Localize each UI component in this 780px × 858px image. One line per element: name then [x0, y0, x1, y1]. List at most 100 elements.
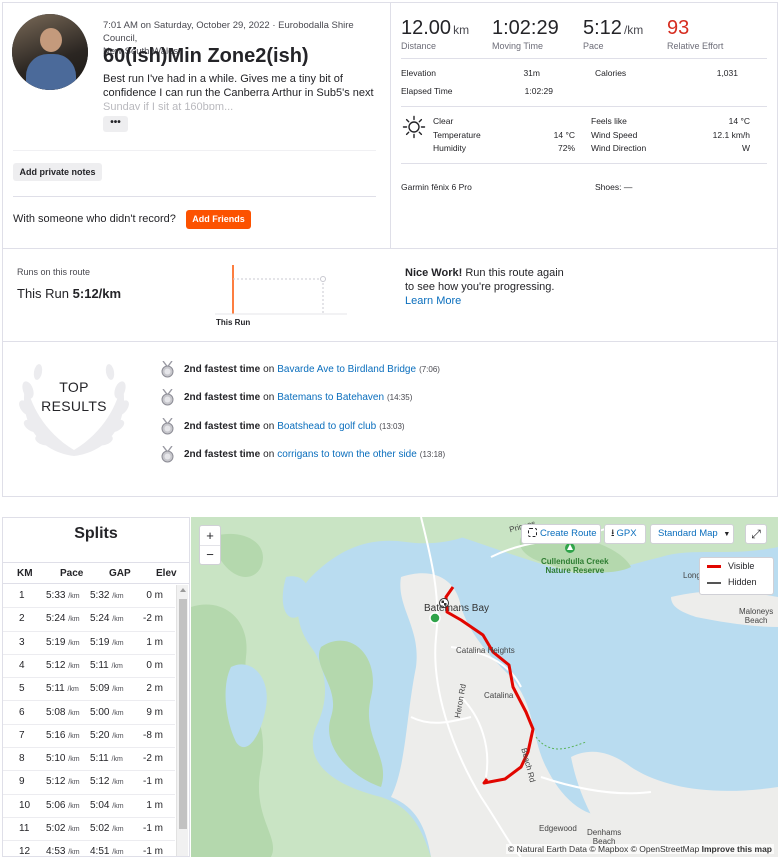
- distance-value: 12.00 km: [401, 17, 470, 39]
- temperature-value: 14 °C: [553, 130, 575, 140]
- fullscreen-icon[interactable]: ⤢: [745, 524, 767, 544]
- split-row[interactable]: 8 5:10 /km 5:11 /km -2 m: [3, 748, 175, 772]
- scrollbar-thumb[interactable]: [179, 599, 187, 829]
- result-on-text: on: [263, 363, 275, 375]
- map-label-cullendulla: Cullendulla Creek Nature Reserve: [541, 557, 609, 575]
- split-row[interactable]: 6 5:08 /km 5:00 /km 9 m: [3, 702, 175, 725]
- pace-value: 5:12/km: [583, 17, 644, 39]
- avatar[interactable]: [12, 14, 88, 90]
- split-km: 1: [19, 590, 25, 601]
- split-km: 3: [19, 636, 25, 648]
- split-elev: 9 m: [146, 706, 163, 718]
- split-row[interactable]: 1 5:33 /km 5:32 /km 0 m: [3, 585, 175, 609]
- splits-panel: Splits KM Pace GAP Elev 1 5:33 /km 5:32 /k…: [2, 517, 190, 857]
- improve-map-link[interactable]: Improve this map: [702, 844, 772, 854]
- forest-area: [318, 640, 384, 787]
- map-attribution: © Natural Earth Data © Mapbox © OpenStre…: [505, 844, 774, 854]
- split-row[interactable]: 9 5:12 /km 5:12 /km -1 m: [3, 771, 175, 795]
- wind-direction-value: W: [741, 143, 750, 153]
- top-result-item: 2nd fastest time on corrigans to town the …: [160, 445, 445, 463]
- activity-description: Best run I've had in a while. Gives me a…: [103, 72, 385, 110]
- route-map[interactable]: Batemans Bay Catalina Heights Catalina C…: [191, 517, 778, 857]
- top-results-heading: TOP RESULTS: [41, 379, 107, 414]
- download-icon: ⭳: [611, 528, 615, 539]
- split-pace: 5:12 /km: [46, 776, 80, 788]
- segment-time: (13:18): [419, 449, 446, 459]
- urban-area: [391, 573, 621, 857]
- segment-time: (14:35): [387, 392, 413, 402]
- split-pace: 5:24 /km: [46, 613, 80, 625]
- add-friends-button[interactable]: Add Friends: [186, 210, 251, 229]
- split-gap: 5:19 /km: [90, 636, 124, 648]
- this-run-pace: This Run 5:12/km: [17, 286, 122, 301]
- split-km: 4: [19, 659, 25, 671]
- splits-scrollbar[interactable]: [176, 585, 188, 856]
- segment-link[interactable]: Batemans to Batehaven: [277, 392, 384, 403]
- segment-link[interactable]: Bavarde Ave to Birdland Bridge: [277, 364, 416, 375]
- map-label-catalina-heights: Catalina Heights: [456, 646, 515, 655]
- split-row[interactable]: 5 5:11 /km 5:09 /km 2 m: [3, 678, 175, 702]
- relative-effort-value[interactable]: 93: [667, 17, 689, 40]
- gpx-download-button[interactable]: ⭳ GPX: [604, 524, 646, 544]
- sun-icon: [402, 115, 426, 139]
- split-gap: 5:12 /km: [90, 776, 124, 788]
- divider: [401, 163, 767, 164]
- temperature-label: Temperature: [433, 130, 481, 140]
- zoom-out-button[interactable]: −: [200, 546, 220, 565]
- create-route-button[interactable]: Create Route: [521, 524, 601, 544]
- shoes-text: Shoes: —: [595, 182, 633, 192]
- split-gap: 5:04 /km: [90, 799, 124, 811]
- create-route-icon: [528, 528, 537, 537]
- activity-title: 60(ish)Min Zone2(ish): [103, 45, 309, 67]
- split-row[interactable]: 12 4:53 /km 4:51 /km -1 m: [3, 841, 175, 857]
- split-gap: 5:00 /km: [90, 706, 124, 718]
- description-faded-text: Sunday if I sit at 160bpm...: [103, 101, 234, 110]
- divider: [13, 196, 376, 197]
- split-elev: -8 m: [143, 729, 163, 741]
- col-pace: Pace: [60, 568, 84, 579]
- description-text: Best run I've had in a while. Gives me a…: [103, 73, 374, 99]
- elapsed-time-value: 1:02:29: [524, 86, 553, 96]
- split-row[interactable]: 10 5:06 /km 5:04 /km 1 m: [3, 795, 175, 818]
- divider: [13, 150, 376, 151]
- map-type-select[interactable]: Standard Map ▼: [650, 524, 734, 544]
- divider: [401, 106, 767, 107]
- runs-on-route-label: Runs on this route: [17, 267, 91, 277]
- split-gap: 5:32 /km: [90, 590, 124, 601]
- split-row[interactable]: 2 5:24 /km 5:24 /km -2 m: [3, 608, 175, 632]
- segment-time: (13:03): [379, 421, 405, 431]
- legend-visible-label: Visible: [728, 561, 755, 571]
- result-rank: 2nd fastest time: [184, 391, 261, 403]
- split-gap: 5:11 /km: [90, 753, 123, 765]
- device-name[interactable]: Garmin fēnix 6 Pro: [401, 182, 472, 192]
- zoom-control: + −: [199, 525, 221, 565]
- split-elev: -2 m: [143, 753, 163, 765]
- weather-condition: Clear: [433, 116, 454, 126]
- split-row[interactable]: 3 5:19 /km 5:19 /km 1 m: [3, 632, 175, 655]
- result-rank: 2nd fastest time: [184, 420, 261, 432]
- split-gap: 4:51 /km: [90, 846, 124, 857]
- split-km: 7: [19, 729, 25, 741]
- map-canvas[interactable]: [191, 517, 778, 857]
- add-private-notes-button[interactable]: Add private notes: [13, 163, 102, 181]
- more-button[interactable]: •••: [103, 116, 128, 132]
- col-gap: GAP: [109, 568, 131, 579]
- this-run-bar-label: This Run: [216, 318, 251, 327]
- split-row[interactable]: 7 5:16 /km 5:20 /km -8 m: [3, 725, 175, 749]
- scroll-up-arrow-icon[interactable]: [180, 588, 186, 592]
- split-row[interactable]: 11 5:02 /km 5:02 /km -1 m: [3, 818, 175, 842]
- split-pace: 5:19 /km: [46, 636, 80, 648]
- zoom-in-button[interactable]: +: [200, 526, 220, 546]
- split-row[interactable]: 4 5:12 /km 5:11 /km 0 m: [3, 655, 175, 679]
- coastal-trail: [535, 736, 587, 750]
- divider: [401, 58, 767, 59]
- segment-link[interactable]: Boatshead to golf club: [277, 421, 376, 432]
- result-rank: 2nd fastest time: [184, 448, 261, 460]
- split-km: 6: [19, 706, 25, 718]
- learn-more-link[interactable]: Learn More: [405, 294, 575, 308]
- map-label-catalina: Catalina: [484, 691, 514, 700]
- nice-work-message: Nice Work! Run this route again to see h…: [405, 266, 575, 308]
- split-elev: -2 m: [143, 613, 163, 625]
- segment-link[interactable]: corrigans to town the other side: [277, 449, 417, 460]
- nature-reserve-marker-icon: [565, 543, 575, 553]
